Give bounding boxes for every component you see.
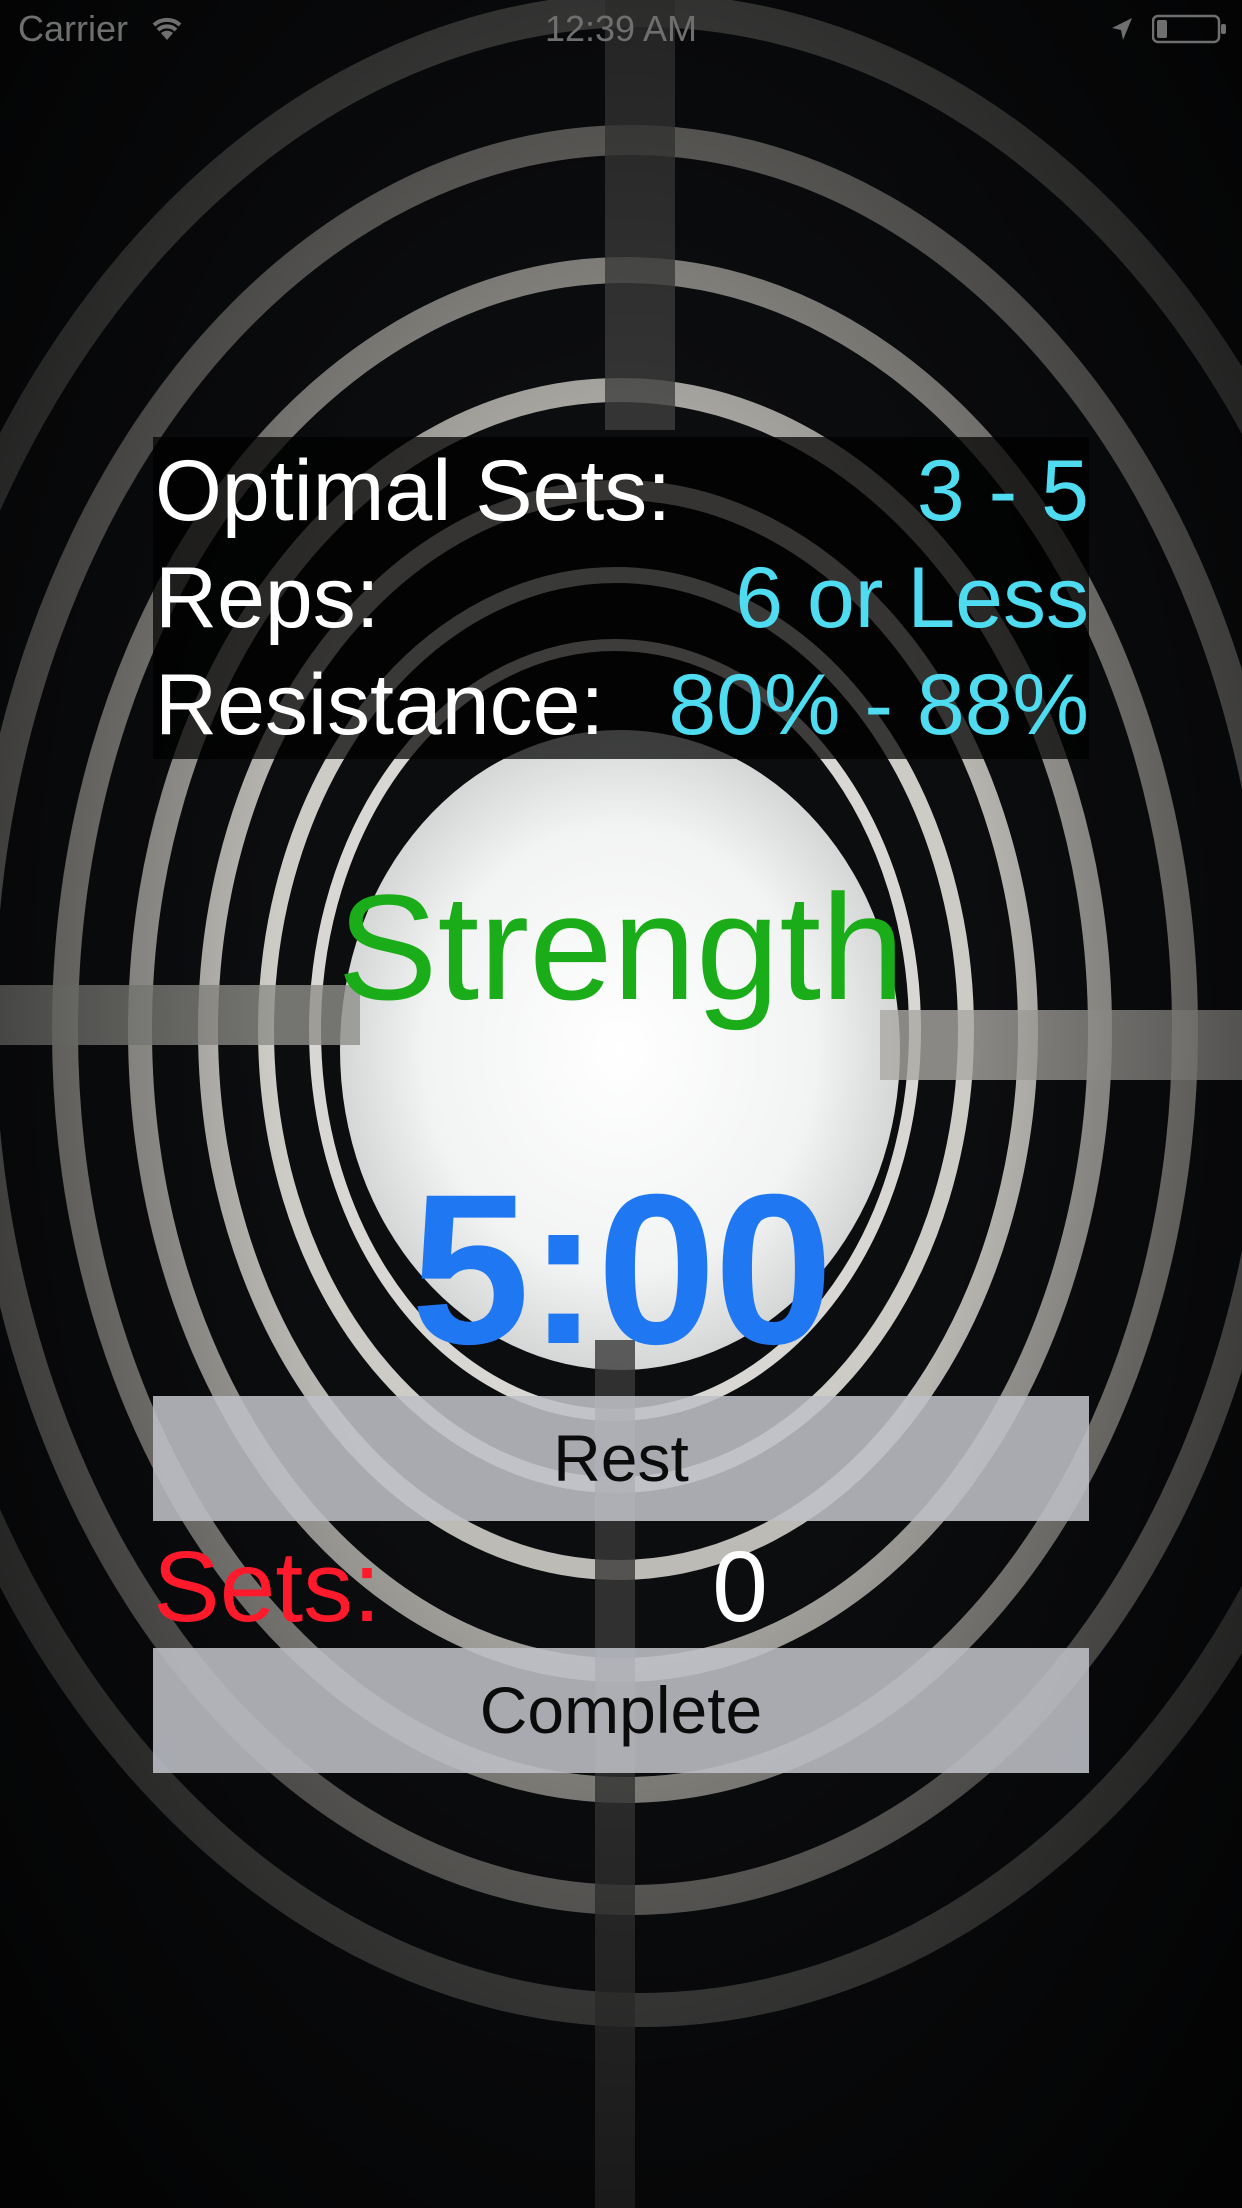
optimal-sets-value: 3 - 5 [916, 443, 1089, 539]
rest-button[interactable]: Rest [153, 1396, 1089, 1521]
reps-label: Reps: [155, 550, 380, 646]
resistance-value: 80% - 88% [668, 657, 1089, 753]
workout-screen: Carrier 12:39 AM Optimal Sets: 3 - 5 Rep… [0, 0, 1242, 2208]
location-icon [1112, 18, 1132, 40]
resistance-row: Resistance: 80% - 88% [153, 651, 1089, 759]
workout-info-panel: Optimal Sets: 3 - 5 Reps: 6 or Less Resi… [153, 437, 1089, 759]
status-time: 12:39 AM [544, 8, 698, 49]
optimal-sets-row: Optimal Sets: 3 - 5 [153, 437, 1089, 545]
status-bar: Carrier 12:39 AM [0, 0, 1242, 60]
background-image [0, 0, 1242, 2208]
resistance-label: Resistance: [155, 657, 605, 753]
sets-label: Sets: [153, 1531, 381, 1643]
reps-value: 6 or Less [735, 550, 1089, 646]
rest-timer: 5:00 [410, 1150, 833, 1389]
optimal-sets-label: Optimal Sets: [155, 443, 672, 539]
reps-row: Reps: 6 or Less [153, 544, 1089, 652]
workout-mode-title: Strength [337, 863, 905, 1031]
battery-icon [1152, 14, 1226, 44]
complete-button[interactable]: Complete [153, 1648, 1089, 1773]
sets-count: 0 [712, 1531, 768, 1643]
